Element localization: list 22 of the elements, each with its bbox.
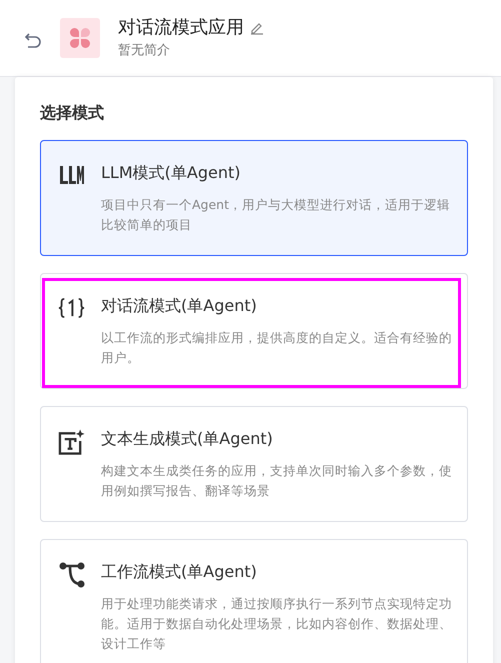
panel-title: 选择模式: [40, 102, 105, 124]
back-icon[interactable]: [24, 32, 42, 50]
braces-icon: [58, 296, 85, 320]
mode-description: 以工作流的形式编排应用，提供高度的自定义。适合有经验的用户。: [101, 329, 453, 367]
mode-card[interactable]: 工作流模式(单Agent) 用于处理功能类请求，通过按顺序执行一系列节点实现特定功能。适用于数据自动化处理场景，比如内容创作、数据处理、设计工作等: [40, 539, 468, 663]
app-icon: [60, 18, 100, 58]
mode-title: 文本生成模式(单Agent): [101, 428, 274, 450]
branch-icon: [58, 562, 84, 588]
mode-title: 对话流模式(单Agent): [101, 295, 258, 317]
mode-card[interactable]: LLM模式(单Agent) 项目中只有一个Agent，用户与大模型进行对话，适用于逻辑比较简单的项目: [40, 140, 468, 256]
app-subtitle: 暂无简介: [118, 42, 171, 60]
mode-description: 用于处理功能类请求，通过按顺序执行一系列节点实现特定功能。适用于数据自动化处理场景，比如内容创作、数据处理、设计工作等: [101, 595, 453, 653]
mode-title: 工作流模式(单Agent): [101, 561, 258, 583]
mode-description: 项目中只有一个Agent，用户与大模型进行对话，适用于逻辑比较简单的项目: [101, 196, 451, 234]
mode-description: 构建文本生成类任务的应用，支持单次同时输入多个参数，使用例如撰写报告、翻译等场景: [101, 462, 453, 500]
mode-card[interactable]: 文本生成模式(单Agent) 构建文本生成类任务的应用，支持单次同时输入多个参数，使用例如撰写报告、翻译等场景: [40, 406, 468, 522]
mode-card[interactable]: 对话流模式(单Agent) 以工作流的形式编排应用，提供高度的自定义。适合有经验的用户。: [40, 273, 468, 389]
mode-title: LLM模式(单Agent): [101, 162, 242, 184]
llm-icon: [58, 165, 84, 185]
edit-icon[interactable]: [250, 21, 264, 35]
app-title: 对话流模式应用: [118, 16, 244, 40]
text-sparkle-icon: [58, 429, 85, 456]
